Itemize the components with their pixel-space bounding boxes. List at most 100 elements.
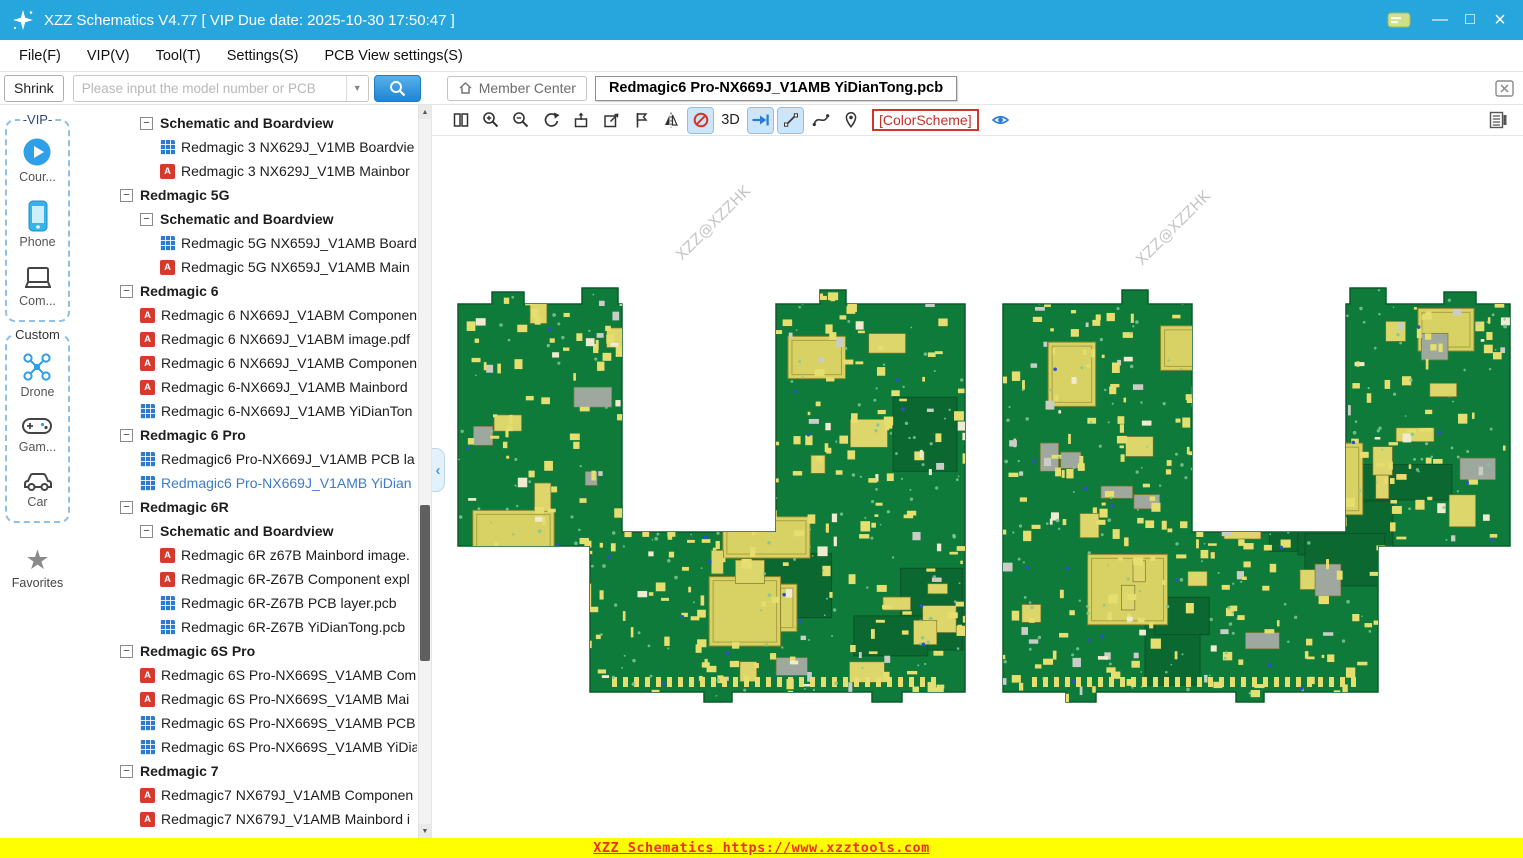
- tree-scrollbar[interactable]: ▲ ▼: [418, 105, 431, 838]
- collapse-node-icon[interactable]: −: [120, 429, 133, 442]
- tree-item-row[interactable]: ARedmagic7 NX679J_V1AMB Componen: [75, 783, 417, 807]
- sidebar-item-phone[interactable]: Phone: [19, 200, 55, 249]
- sidebar-item-game[interactable]: Gam...: [19, 415, 57, 454]
- sidebar-item-drone[interactable]: Drone: [20, 352, 54, 399]
- search-input[interactable]: [74, 81, 346, 96]
- close-view-icon[interactable]: [1495, 80, 1514, 97]
- sidebar-item-computer[interactable]: Com...: [19, 265, 56, 308]
- tree-group-row[interactable]: −Redmagic 6S Pro: [75, 639, 417, 663]
- sidebar-item-label: Cour...: [19, 170, 56, 184]
- tree-item-row[interactable]: ARedmagic 6 NX669J_V1AMB Componen: [75, 351, 417, 375]
- tree-item-row[interactable]: Redmagic 6R-Z67B YiDianTong.pcb: [75, 615, 417, 639]
- search-combo: ▼: [73, 75, 369, 102]
- tree-group-row[interactable]: −Redmagic 5G: [75, 183, 417, 207]
- menu-item-vip[interactable]: VIP(V): [74, 48, 143, 64]
- tree-group-row[interactable]: −Redmagic 7: [75, 759, 417, 783]
- collapse-node-icon[interactable]: −: [120, 765, 133, 778]
- flag-button[interactable]: [628, 108, 653, 133]
- pcb-viewer[interactable]: ‹ XZZ@XZZHKXZZ@XZZHK: [432, 136, 1523, 838]
- viewer-toolbar: 3D: [432, 105, 1523, 136]
- zoom-in-button[interactable]: [478, 108, 503, 133]
- collapse-node-icon[interactable]: −: [120, 501, 133, 514]
- member-center-button[interactable]: Member Center: [447, 76, 587, 101]
- collapse-node-icon[interactable]: −: [140, 213, 153, 226]
- search-button[interactable]: [374, 75, 421, 102]
- flag-icon: [632, 111, 650, 129]
- tree-group-row[interactable]: −Schematic and Boardview: [75, 207, 417, 231]
- sidebar-item-favorites[interactable]: ★ Favorites: [0, 547, 75, 590]
- pdf-file-icon: A: [140, 812, 155, 827]
- layers-panel-icon: [1489, 111, 1508, 129]
- menu-item-file[interactable]: File(F): [6, 48, 74, 64]
- tree-item-row[interactable]: Redmagic 3 NX629J_V1MB Boardvie: [75, 135, 417, 159]
- active-document-tab[interactable]: Redmagic6 Pro-NX669J_V1AMB YiDianTong.pc…: [595, 76, 957, 101]
- menu-item-settings[interactable]: Settings(S): [214, 48, 312, 64]
- collapse-node-icon[interactable]: −: [120, 285, 133, 298]
- tree-item-row[interactable]: ARedmagic 6 NX669J_V1ABM Componen: [75, 303, 417, 327]
- pdf-file-icon: A: [160, 572, 175, 587]
- tree-group-row[interactable]: −Redmagic 6R: [75, 495, 417, 519]
- sidebar-item-car[interactable]: Car: [22, 470, 54, 509]
- close-button[interactable]: ×: [1485, 0, 1515, 40]
- mirror-flip-button[interactable]: [658, 108, 683, 133]
- export-box-button[interactable]: [598, 108, 623, 133]
- tree-item-label: Redmagic 6R z67B Mainbord image.: [181, 547, 410, 563]
- tree-item-row[interactable]: ARedmagic 6-NX669J_V1AMB Mainbord: [75, 375, 417, 399]
- tree-item-row[interactable]: Redmagic 6S Pro-NX669S_V1AMB YiDia: [75, 735, 417, 759]
- tree-item-row[interactable]: Redmagic6 Pro-NX669J_V1AMB YiDian: [75, 471, 417, 495]
- tree-group-row[interactable]: −Redmagic 6: [75, 279, 417, 303]
- menu-item-pcb-view-settings[interactable]: PCB View settings(S): [311, 48, 475, 64]
- collapse-node-icon[interactable]: −: [120, 189, 133, 202]
- tree-item-label: Redmagic 6S Pro-NX669S_V1AMB Com: [161, 667, 416, 683]
- eye-preview-button[interactable]: [988, 108, 1013, 133]
- left-sidebar: -VIP- Cour... Phone: [0, 105, 75, 838]
- pcb-board-image[interactable]: XZZ@XZZHKXZZ@XZZHK: [432, 136, 1523, 838]
- scroll-up-icon[interactable]: ▲: [419, 105, 431, 119]
- pdf-file-icon: A: [160, 164, 175, 179]
- collapse-node-icon[interactable]: −: [140, 117, 153, 130]
- chevron-down-icon[interactable]: ▼: [346, 76, 368, 101]
- export-top-button[interactable]: [568, 108, 593, 133]
- scroll-down-icon[interactable]: ▼: [419, 824, 431, 838]
- tree-group-row[interactable]: −Schematic and Boardview: [75, 111, 417, 135]
- colorscheme-button[interactable]: [ColorScheme]: [872, 109, 979, 131]
- tree-item-row[interactable]: ARedmagic 6S Pro-NX669S_V1AMB Mai: [75, 687, 417, 711]
- split-view-button[interactable]: [448, 108, 473, 133]
- zoom-out-button[interactable]: [508, 108, 533, 133]
- tree-item-row[interactable]: Redmagic 5G NX659J_V1AMB Board: [75, 231, 417, 255]
- curve-measure-button[interactable]: [808, 108, 833, 133]
- collapse-tree-tab[interactable]: ‹: [432, 448, 445, 492]
- tree-item-row[interactable]: Redmagic 6-NX669J_V1AMB YiDianTon: [75, 399, 417, 423]
- tree-item-row[interactable]: ARedmagic 6R z67B Mainbord image.: [75, 543, 417, 567]
- tree-item-row[interactable]: ARedmagic 5G NX659J_V1AMB Main: [75, 255, 417, 279]
- sidebar-item-course[interactable]: Cour...: [19, 137, 56, 184]
- pin-button[interactable]: [838, 108, 863, 133]
- minimize-button[interactable]: —: [1425, 0, 1455, 40]
- tree-item-row[interactable]: Redmagic 6S Pro-NX669S_V1AMB PCB: [75, 711, 417, 735]
- 3d-label: 3D: [721, 112, 740, 128]
- next-board-button[interactable]: [748, 108, 773, 133]
- scrollbar-thumb[interactable]: [420, 505, 430, 661]
- layers-panel-button[interactable]: [1486, 108, 1511, 133]
- maximize-button[interactable]: □: [1455, 0, 1485, 40]
- tree-item-row[interactable]: Redmagic 6R-Z67B PCB layer.pcb: [75, 591, 417, 615]
- license-icon[interactable]: [1387, 11, 1411, 29]
- tree-item-row[interactable]: Redmagic6 Pro-NX669J_V1AMB PCB la: [75, 447, 417, 471]
- tree-group-row[interactable]: −Schematic and Boardview: [75, 519, 417, 543]
- menu-item-tool[interactable]: Tool(T): [143, 48, 214, 64]
- 3d-view-button[interactable]: 3D: [718, 108, 743, 133]
- search-icon: [389, 80, 406, 97]
- refresh-button[interactable]: [538, 108, 563, 133]
- tree-group-row[interactable]: −Redmagic 6 Pro: [75, 423, 417, 447]
- disable-net-button[interactable]: [688, 108, 713, 133]
- tree-item-row[interactable]: ARedmagic 6 NX669J_V1ABM image.pdf: [75, 327, 417, 351]
- diagonal-measure-button[interactable]: [778, 108, 803, 133]
- sidebar-item-label: Com...: [19, 294, 56, 308]
- tree-item-row[interactable]: ARedmagic7 NX679J_V1AMB Mainbord i: [75, 807, 417, 831]
- tree-item-row[interactable]: ARedmagic 6S Pro-NX669S_V1AMB Com: [75, 663, 417, 687]
- tree-item-row[interactable]: ARedmagic 6R-Z67B Component expl: [75, 567, 417, 591]
- collapse-node-icon[interactable]: −: [120, 645, 133, 658]
- tree-item-row[interactable]: ARedmagic 3 NX629J_V1MB Mainbor: [75, 159, 417, 183]
- collapse-node-icon[interactable]: −: [140, 525, 153, 538]
- shrink-button[interactable]: Shrink: [4, 75, 64, 102]
